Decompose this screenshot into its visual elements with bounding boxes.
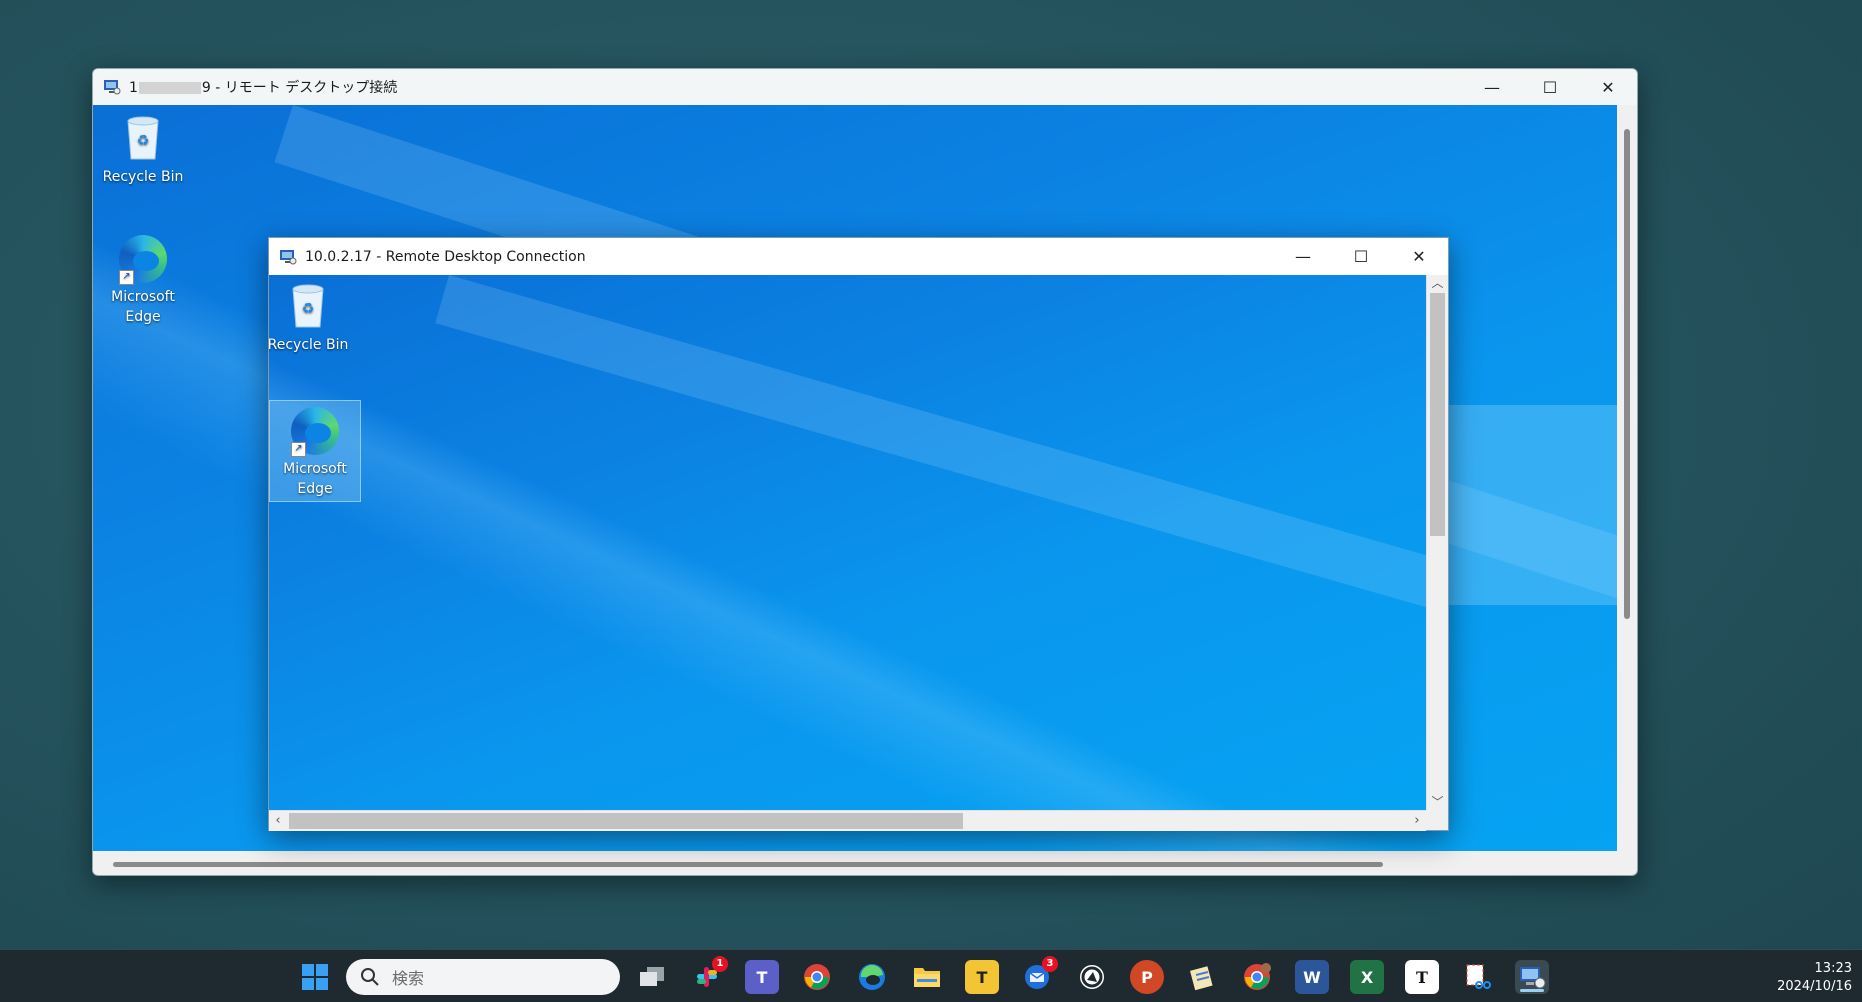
close-button[interactable]: ✕ — [1390, 238, 1448, 274]
inner-title-bar[interactable]: 10.0.2.17 - Remote Desktop Connection — … — [269, 238, 1448, 275]
taskbar: 検索 1 T T 3 P W X T 13:23 2024/10/16 — [0, 949, 1862, 1002]
snipping-tool-icon[interactable] — [1460, 960, 1494, 994]
clock-time: 13:23 — [1814, 961, 1852, 976]
redacted-ip — [138, 82, 201, 94]
close-button[interactable]: ✕ — [1579, 69, 1637, 105]
scroll-down-icon[interactable]: ﹀ — [1427, 794, 1448, 810]
inner-vertical-scrollbar[interactable]: ︿ ﹀ — [1426, 275, 1448, 810]
shortcut-arrow-icon: ↗ — [291, 442, 306, 457]
recycle-bin-icon: ♻ — [127, 116, 159, 160]
slack-icon[interactable]: 1 — [690, 956, 728, 994]
vertical-scroll-thumb[interactable] — [1430, 293, 1445, 536]
maximize-button[interactable]: ☐ — [1332, 238, 1390, 274]
shortcut-arrow-icon: ↗ — [119, 270, 134, 285]
clock-date: 2024/10/16 — [1777, 979, 1852, 994]
svg-text:♻: ♻ — [302, 301, 315, 317]
circle-app-icon[interactable] — [1075, 960, 1109, 994]
t-app-icon[interactable]: T — [965, 960, 999, 994]
desktop-icon-microsoft-edge[interactable]: ↗ Microsoft Edge — [269, 400, 361, 502]
scroll-up-icon[interactable]: ︿ — [1427, 275, 1448, 291]
system-clock[interactable]: 13:23 2024/10/16 — [1777, 960, 1852, 996]
wallpaper-glow — [1443, 405, 1617, 605]
taskbar-search-box[interactable]: 検索 — [346, 959, 620, 995]
desktop-icon-label: Microsoft Edge — [283, 461, 347, 497]
desktop-icon-label: Recycle Bin — [102, 169, 184, 185]
excel-icon[interactable]: X — [1350, 960, 1384, 994]
minimize-button[interactable]: — — [1274, 238, 1332, 274]
thunderbird-icon[interactable]: 3 — [1020, 956, 1058, 994]
resize-grip[interactable] — [1427, 810, 1448, 830]
search-placeholder: 検索 — [392, 969, 425, 988]
outer-title-bar[interactable]: 19 - リモート デスクトップ接続 — ☐ ✕ — [93, 69, 1637, 105]
desktop-icon-label: Microsoft Edge — [111, 289, 175, 325]
chrome-profile-icon[interactable] — [1240, 960, 1274, 994]
remote-desktop-icon[interactable] — [1515, 960, 1549, 994]
minimize-button[interactable]: — — [1463, 69, 1521, 105]
desktop-icon-recycle-bin[interactable]: ♻ Recycle Bin — [269, 281, 353, 355]
remote-desktop-icon — [279, 248, 297, 266]
powerpoint-icon[interactable]: P — [1130, 960, 1164, 994]
maximize-button[interactable]: ☐ — [1521, 69, 1579, 105]
inner-horizontal-scrollbar[interactable]: ‹ › — [269, 810, 1426, 831]
desktop-icon-microsoft-edge[interactable]: ↗ Microsoft Edge — [98, 233, 188, 327]
wallpaper-light-beam — [435, 275, 1426, 654]
scroll-right-icon[interactable]: › — [1408, 811, 1426, 831]
task-view-icon[interactable] — [635, 960, 669, 994]
desktop-icon-label: Recycle Bin — [269, 337, 349, 353]
desktop-icon-recycle-bin[interactable]: ♻ Recycle Bin — [98, 113, 188, 187]
edge-icon[interactable] — [855, 960, 889, 994]
outer-vertical-scrollbar[interactable] — [1617, 105, 1637, 851]
inner-remote-desktop[interactable]: ♻ Recycle Bin ↗ Microsoft Edge — [269, 275, 1426, 810]
scroll-left-icon[interactable]: ‹ — [269, 811, 287, 831]
inner-window-title: 10.0.2.17 - Remote Desktop Connection — [305, 248, 586, 265]
horizontal-scroll-thumb[interactable] — [289, 813, 963, 829]
file-explorer-icon[interactable] — [910, 960, 944, 994]
teams-icon[interactable]: T — [745, 960, 779, 994]
typora-icon[interactable]: T — [1405, 960, 1439, 994]
notification-badge: 1 — [712, 956, 728, 972]
word-icon[interactable]: W — [1295, 960, 1329, 994]
recycle-bin-icon: ♻ — [292, 284, 324, 328]
outer-window-title: 19 - リモート デスクトップ接続 — [129, 80, 398, 96]
remote-desktop-icon — [103, 78, 121, 96]
svg-text:♻: ♻ — [137, 133, 150, 149]
inner-remote-desktop-window: 10.0.2.17 - Remote Desktop Connection — … — [268, 237, 1449, 831]
notepad-icon[interactable] — [1185, 960, 1219, 994]
outer-horizontal-scrollbar[interactable] — [93, 851, 1617, 875]
active-indicator — [1520, 989, 1544, 992]
chrome-icon[interactable] — [800, 960, 834, 994]
start-icon[interactable] — [298, 960, 332, 994]
notification-badge: 3 — [1042, 956, 1058, 972]
search-icon — [360, 967, 380, 987]
